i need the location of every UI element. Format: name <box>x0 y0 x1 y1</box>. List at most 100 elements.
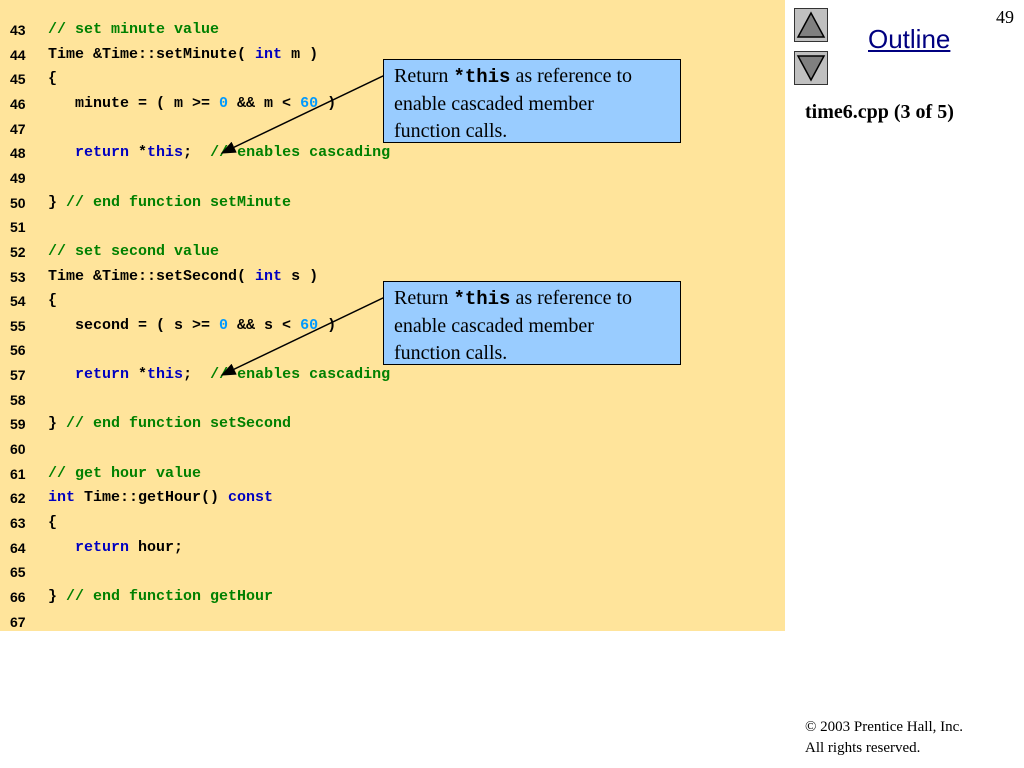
line-number: 53 <box>10 268 26 285</box>
code-text: } // end function getHour <box>48 585 273 609</box>
code-token: ) <box>318 316 337 334</box>
code-token: // end function setMinute <box>66 193 292 211</box>
line-number: 50 <box>10 194 26 211</box>
callout-line-2: enable cascaded member <box>394 315 594 337</box>
code-token: } <box>48 587 67 605</box>
code-token: // end function setSecond <box>66 415 292 433</box>
code-token: // enables cascading <box>210 144 391 162</box>
previous-slide-button[interactable] <box>794 8 828 42</box>
code-text: Time &Time::setMinute( int m ) <box>48 43 318 67</box>
line-number: 46 <box>10 95 26 112</box>
code-token: this <box>147 366 184 384</box>
line-number: 49 <box>10 169 26 186</box>
code-token: Time &Time::setMinute( <box>48 45 256 63</box>
callout-text: Return <box>394 287 454 309</box>
line-number: 58 <box>10 391 26 408</box>
line-number: 43 <box>10 22 26 38</box>
line-number: 64 <box>10 539 26 556</box>
line-number: 44 <box>10 46 26 63</box>
code-token: // end function getHour <box>66 587 274 605</box>
code-token: * <box>129 144 148 162</box>
code-token: int <box>255 267 283 285</box>
line-number: 62 <box>10 490 26 507</box>
code-text: { <box>48 289 57 313</box>
code-token: && m < <box>228 94 301 112</box>
code-token: hour; <box>129 538 184 556</box>
line-number: 55 <box>10 317 26 334</box>
callout-line-3: function calls. <box>394 342 508 364</box>
code-token: // set second value <box>48 242 220 260</box>
line-number: 66 <box>10 588 26 605</box>
line-number: 60 <box>10 441 26 458</box>
code-token: 60 <box>300 316 319 334</box>
code-token: && s < <box>228 316 301 334</box>
outline-link[interactable]: Outline <box>868 24 950 55</box>
code-token: Time &Time::setSecond( <box>48 267 256 285</box>
code-token: return <box>75 366 130 384</box>
code-token: } <box>48 415 67 433</box>
code-text: Time &Time::setSecond( int s ) <box>48 265 318 289</box>
code-token: { <box>48 292 58 310</box>
callout-line-2: enable cascaded member <box>394 93 594 115</box>
code-token: ) <box>318 94 337 112</box>
code-token: ; <box>183 366 211 384</box>
callout-code: *this <box>453 288 511 310</box>
line-number: 59 <box>10 416 26 433</box>
callout-return-this-1: Return *this as reference to enable casc… <box>383 59 681 143</box>
callout-line-1: Return *this as reference to <box>394 285 680 313</box>
line-number: 61 <box>10 465 26 482</box>
line-number: 57 <box>10 367 26 384</box>
code-text: // set minute value <box>48 18 219 42</box>
copyright-notice: © 2003 Prentice Hall, Inc. All rights re… <box>805 717 963 759</box>
callout-text: as reference to <box>510 287 633 309</box>
code-text: return *this; // enables cascading <box>48 363 390 387</box>
code-token: ; <box>183 144 211 162</box>
file-title: time6.cpp (3 of 5) <box>805 101 954 123</box>
code-text: second = ( s >= 0 && s < 60 ) <box>48 314 336 338</box>
line-number: 45 <box>10 71 26 88</box>
code-token: this <box>147 144 184 162</box>
line-number: 47 <box>10 120 26 137</box>
callout-line-3: function calls. <box>394 120 508 142</box>
line-number: 67 <box>10 613 26 630</box>
next-slide-button[interactable] <box>794 51 828 85</box>
code-text: return *this; // enables cascading <box>48 141 390 165</box>
code-token: s ) <box>282 267 319 285</box>
line-number: 51 <box>10 219 26 236</box>
code-text: } // end function setSecond <box>48 412 291 436</box>
code-token: minute = ( m >= <box>48 94 220 112</box>
code-token: } <box>48 193 67 211</box>
code-token: return <box>75 538 130 556</box>
code-token: // get hour value <box>48 464 202 482</box>
code-text: return hour; <box>48 536 183 560</box>
code-token: * <box>129 366 148 384</box>
code-token: m ) <box>282 45 319 63</box>
up-triangle-icon <box>796 11 826 38</box>
copyright-line-1: © 2003 Prentice Hall, Inc. <box>805 719 964 735</box>
line-number: 65 <box>10 564 26 581</box>
code-token: return <box>75 144 130 162</box>
code-token: 0 <box>219 316 229 334</box>
line-number: 52 <box>10 243 26 260</box>
code-text: int Time::getHour() const <box>48 486 273 510</box>
code-text: { <box>48 511 57 535</box>
code-text: } // end function setMinute <box>48 191 291 215</box>
code-token: 60 <box>300 94 319 112</box>
code-token: { <box>48 70 58 88</box>
line-number: 56 <box>10 342 26 359</box>
callout-text: as reference to <box>510 65 633 87</box>
page-number: 49 <box>996 7 1014 27</box>
code-text: minute = ( m >= 0 && m < 60 ) <box>48 92 336 116</box>
copyright-line-2: All rights reserved. <box>805 740 921 756</box>
code-token: // set minute value <box>48 21 220 38</box>
down-triangle-icon <box>796 55 826 82</box>
code-text: { <box>48 67 57 91</box>
callout-text: Return <box>394 65 454 87</box>
code-text: // set second value <box>48 240 219 264</box>
line-number: 54 <box>10 293 26 310</box>
callout-return-this-2: Return *this as reference to enable casc… <box>383 281 681 365</box>
line-number: 63 <box>10 515 26 531</box>
